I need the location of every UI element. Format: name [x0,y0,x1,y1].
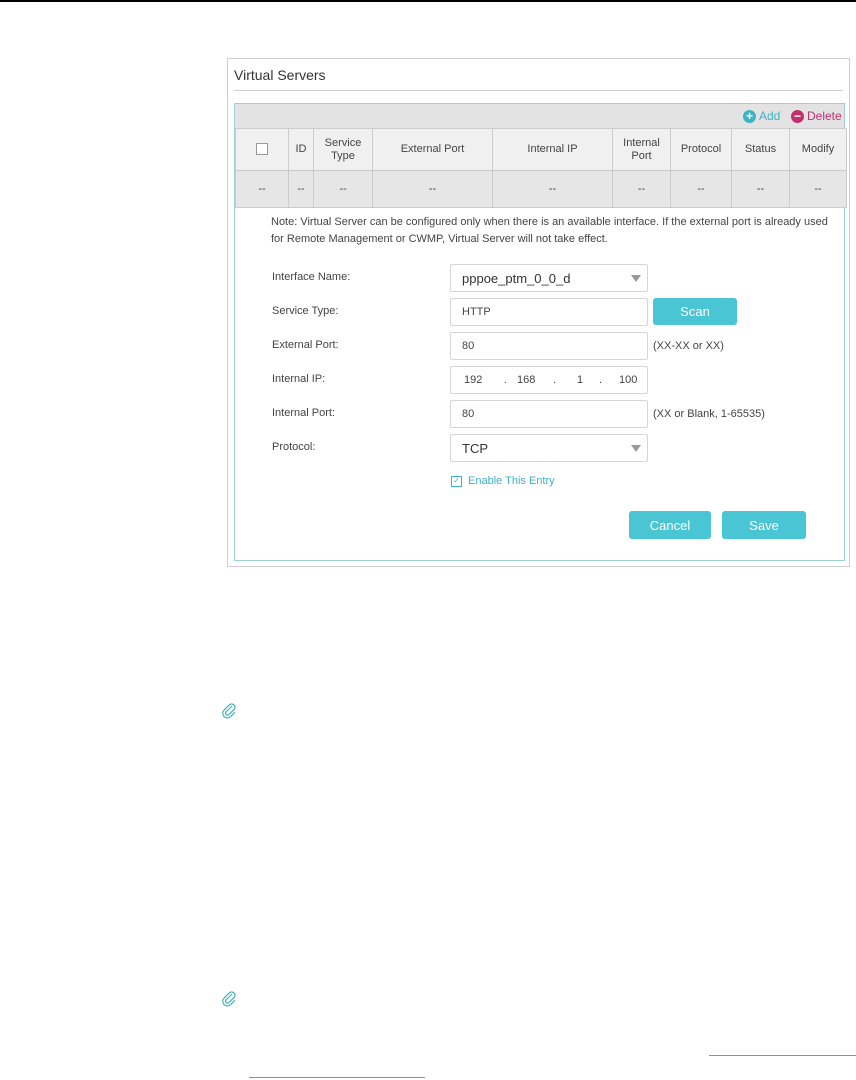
external-port-input[interactable]: 80 [450,332,648,360]
table-cell: -- [731,170,790,208]
add-label: Add [759,109,781,123]
link-underline[interactable] [249,1077,425,1078]
internal-ip-input: 192 . 168 . 1 . 100 [450,366,648,394]
delete-label: Delete [807,109,842,123]
delete-button[interactable]: − Delete [791,107,842,125]
header-service-type: Service Type [313,128,373,171]
internal-port-value: 80 [462,408,475,420]
form-note: Note: Virtual Server can be configured o… [271,216,828,245]
enable-entry-label: Enable This Entry [468,475,555,487]
add-button[interactable]: + Add [743,107,780,125]
header-id: ID [288,128,314,171]
checkbox-checked-icon: ✓ [451,475,462,487]
internal-port-input[interactable]: 80 [450,400,648,428]
interface-name-select[interactable]: pppoe_ptm_0_0_d [450,264,648,292]
interface-name-value: pppoe_ptm_0_0_d [462,270,571,286]
delete-icon: − [791,109,804,123]
panel-title: Virtual Servers [234,67,326,83]
paperclip-icon [222,991,236,1007]
table-cell: -- [288,170,314,208]
header-protocol: Protocol [670,128,732,171]
header-internal-ip: Internal IP [492,128,613,171]
ip-octet-4[interactable]: 100 [619,374,637,386]
header-select-all[interactable] [235,128,289,171]
protocol-value: TCP [462,440,488,456]
header-internal-port: Internal Port [612,128,671,171]
ip-octet-1[interactable]: 192 [464,374,482,386]
ip-dot: . [553,374,557,386]
paperclip-icon [222,703,236,719]
table-cell: -- [492,170,613,208]
table-cell: -- [612,170,671,208]
title-divider [234,90,843,91]
virtual-servers-table: ID Service Type External Port Internal I… [235,128,847,208]
link-underline[interactable] [709,1055,856,1056]
page-top-rule [0,0,856,2]
external-port-label: External Port: [272,339,339,351]
table-cell: -- [313,170,373,208]
table-cell: -- [235,170,289,208]
virtual-servers-table-container: + Add − Delete ID Service Type External … [234,103,847,561]
table-cell: -- [372,170,493,208]
table-header-row: ID Service Type External Port Internal I… [235,128,847,171]
header-external-port: External Port [372,128,493,171]
table-toolbar: + Add − Delete [235,104,844,128]
chevron-down-icon [631,275,641,282]
add-icon: + [743,109,756,123]
header-modify: Modify [789,128,847,171]
ip-dot: . [599,374,603,386]
ip-octet-3[interactable]: 1 [577,374,583,386]
ip-dot: . [504,374,508,386]
internal-port-hint: (XX or Blank, 1-65535) [653,408,765,420]
internal-port-label: Internal Port: [272,407,335,419]
service-type-label: Service Type: [272,305,339,317]
service-type-value: HTTP [462,306,491,318]
checkbox-icon[interactable] [256,143,268,156]
external-port-value: 80 [462,340,475,352]
protocol-label: Protocol: [272,441,316,453]
scan-button[interactable]: Scan [653,298,737,325]
service-type-input[interactable]: HTTP [450,298,648,326]
protocol-select[interactable]: TCP [450,434,648,462]
internal-ip-label: Internal IP: [272,373,326,385]
table-cell: -- [789,170,847,208]
external-port-hint: (XX-XX or XX) [653,340,724,352]
header-status: Status [731,128,790,171]
ip-octet-2[interactable]: 168 [517,374,535,386]
table-row: -- -- -- -- -- -- -- -- -- [235,170,847,208]
table-cell: -- [670,170,732,208]
chevron-down-icon [631,445,641,452]
save-button[interactable]: Save [722,511,806,539]
cancel-button[interactable]: Cancel [629,511,711,539]
enable-entry-checkbox[interactable]: ✓ Enable This Entry [451,475,555,487]
virtual-servers-panel: Virtual Servers + Add − Delete ID Servic… [227,58,850,567]
interface-name-label: Interface Name: [272,271,351,283]
